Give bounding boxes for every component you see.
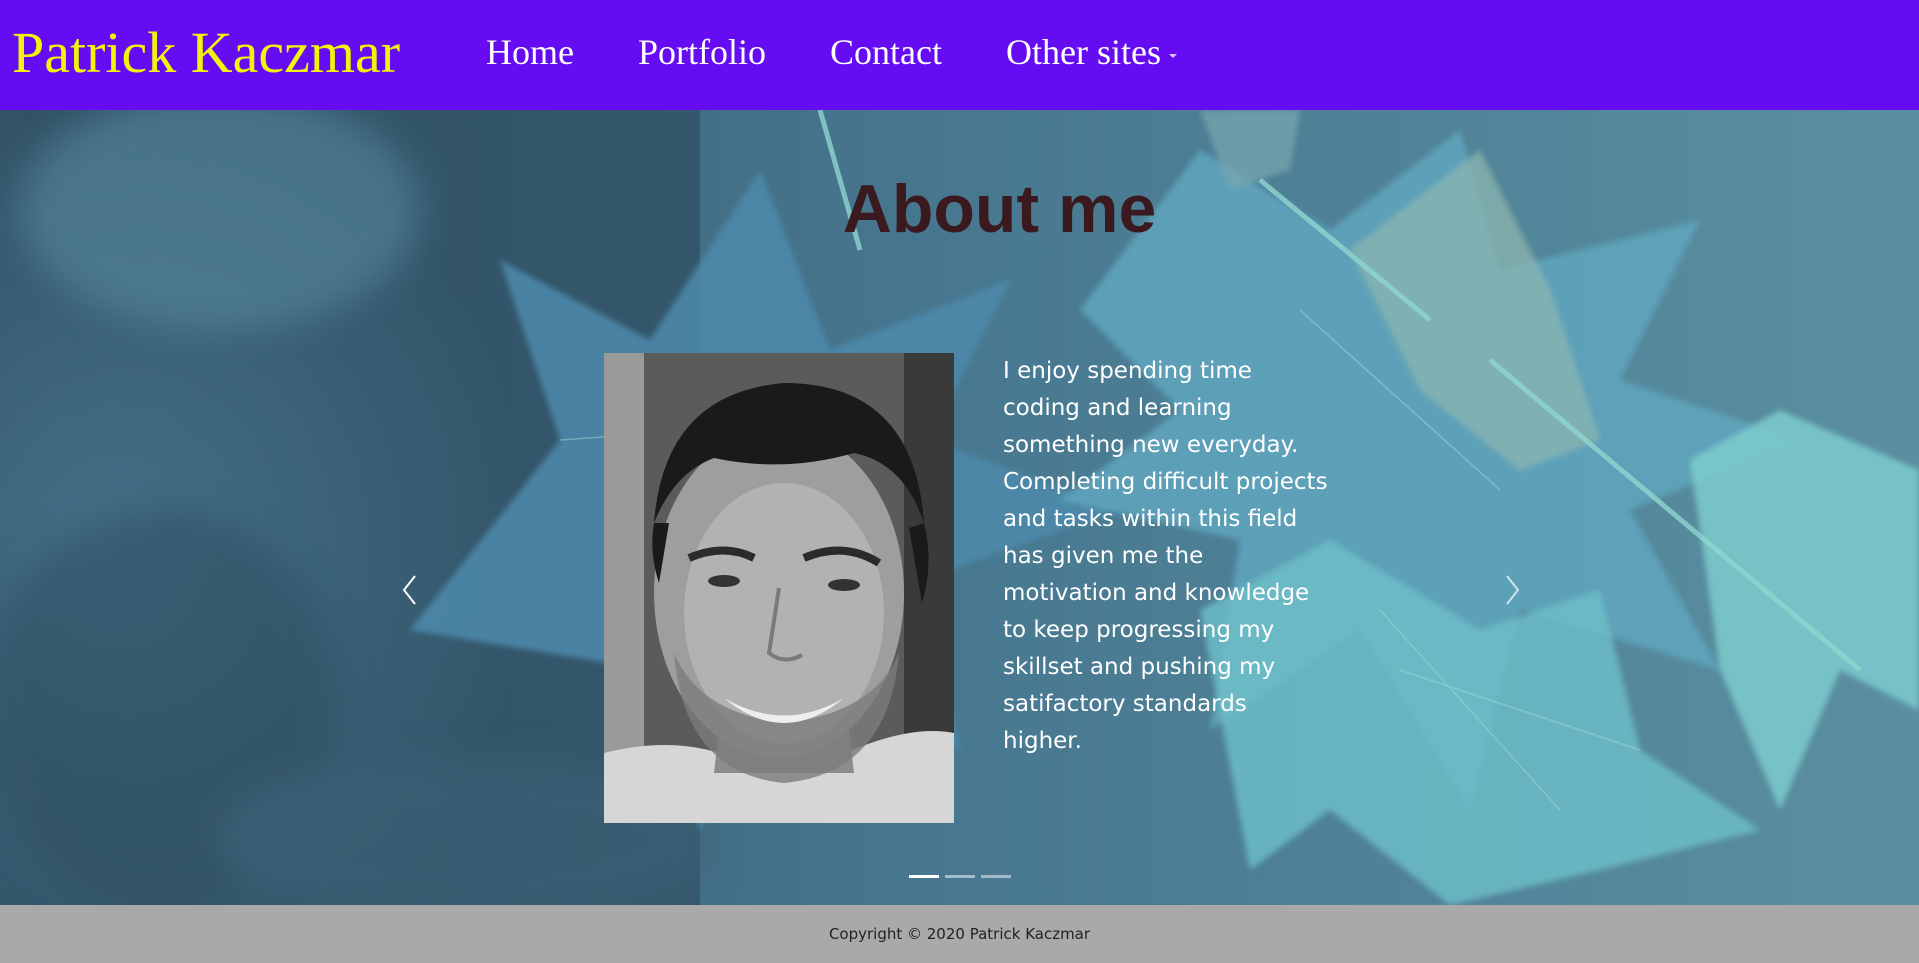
about-carousel: About me I enjoy spending time coding an…	[0, 110, 1919, 905]
bio-paragraph: I enjoy spending time coding and learnin…	[1003, 358, 1328, 754]
page-title: About me	[0, 170, 1919, 248]
carousel-indicators	[0, 875, 1919, 878]
nav-link-portfolio[interactable]: Portfolio	[638, 26, 766, 78]
profile-photo	[604, 353, 954, 823]
nav-dropdown-other-sites[interactable]: Other sites	[1006, 26, 1177, 78]
nav-link-home[interactable]: Home	[486, 26, 574, 78]
about-me-heading: About me	[842, 171, 1157, 247]
carousel-prev-button[interactable]	[390, 565, 430, 615]
chevron-right-icon	[1506, 575, 1520, 605]
carousel-indicator-3[interactable]	[980, 875, 1011, 878]
nav-links: Home Portfolio Contact Other sites	[486, 26, 1177, 78]
nav-link-contact[interactable]: Contact	[830, 26, 942, 78]
page-footer: Copyright © 2020 Patrick Kaczmar	[0, 905, 1919, 963]
brand-logo-link[interactable]: Patrick Kaczmar	[12, 18, 400, 88]
caret-down-icon	[1168, 54, 1177, 58]
portrait-icon	[604, 353, 954, 823]
carousel-indicator-2[interactable]	[944, 875, 975, 878]
copyright-text: Copyright © 2020 Patrick Kaczmar	[828, 925, 1091, 943]
top-navbar: Patrick Kaczmar Home Portfolio Contact O…	[0, 0, 1919, 110]
carousel-indicator-1[interactable]	[908, 875, 939, 878]
nav-link-other-sites-label: Other sites	[1005, 32, 1161, 72]
carousel-next-button[interactable]	[1492, 565, 1532, 615]
chevron-left-icon	[402, 575, 416, 605]
